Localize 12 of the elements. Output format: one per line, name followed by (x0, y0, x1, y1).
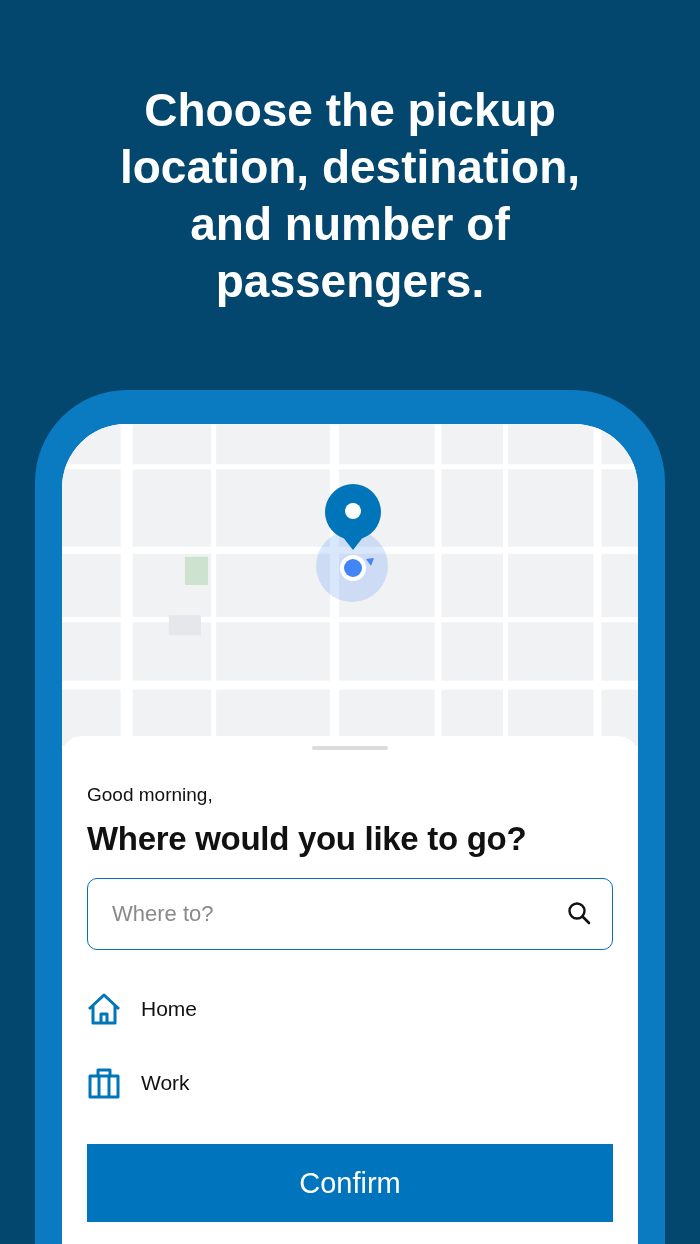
suitcase-icon (87, 1067, 121, 1099)
search-field[interactable]: Where to? (87, 878, 613, 950)
drag-handle[interactable] (312, 746, 388, 750)
saved-place-item[interactable]: Work (87, 1066, 613, 1100)
search-icon (567, 901, 591, 925)
sheet-title: Where would you like to go? (87, 820, 528, 858)
greeting: Good morning, (87, 784, 214, 806)
headline: Choose the pickup location, destination, and number of passengers. (119, 83, 581, 308)
confirm-button[interactable]: Confirm (87, 1144, 613, 1222)
house-icon (87, 993, 121, 1025)
saved-place-item[interactable]: Home (87, 992, 613, 1026)
map-pin-icon (325, 484, 381, 550)
